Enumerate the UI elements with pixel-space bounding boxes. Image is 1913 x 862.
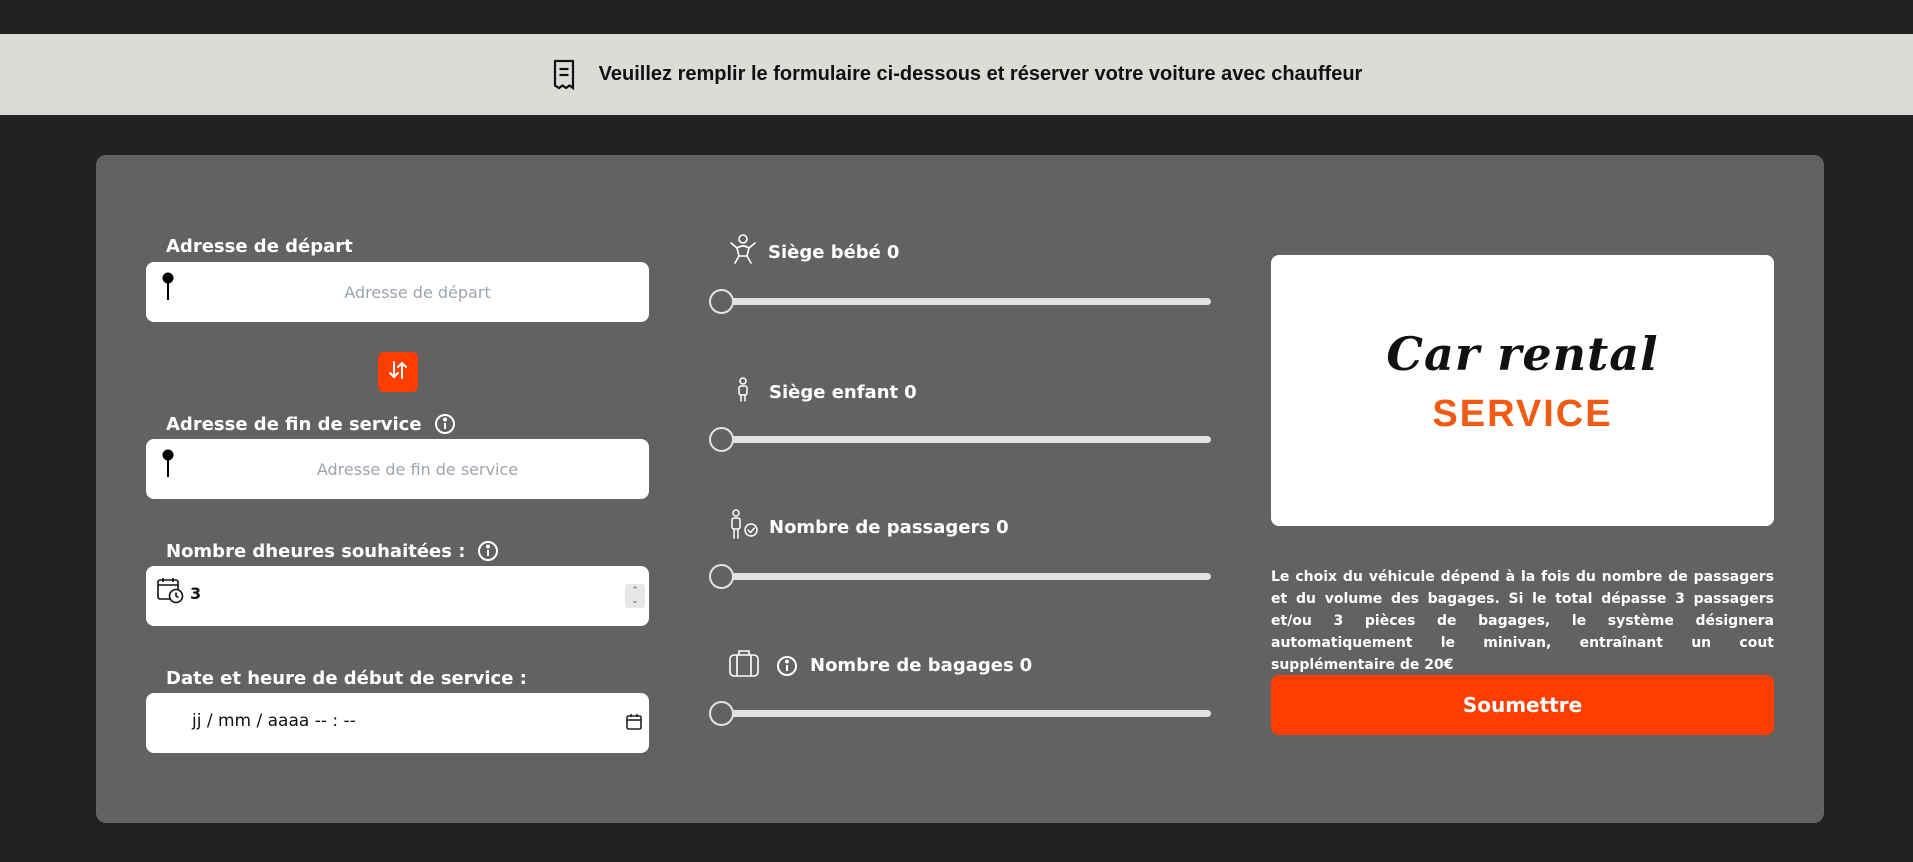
info-icon[interactable] xyxy=(434,413,456,435)
child-icon xyxy=(735,377,751,408)
luggage-icon xyxy=(728,648,760,683)
calendar-icon[interactable] xyxy=(625,713,643,731)
departure-label: Adresse de départ xyxy=(166,236,353,257)
slider-track[interactable] xyxy=(717,436,1211,443)
baby-seat-label: Siège bébé 0 xyxy=(728,233,899,272)
info-icon[interactable] xyxy=(477,540,499,562)
passengers-slider[interactable] xyxy=(709,564,1211,589)
baby-seat-count: 0 xyxy=(886,242,900,263)
passenger-icon xyxy=(729,509,759,546)
chevron-down-icon[interactable]: ⌄ xyxy=(631,596,639,606)
hours-input[interactable]: 3 ⌃ ⌄ xyxy=(146,566,649,626)
hours-label: Nombre dheures souhaitées : xyxy=(166,540,499,562)
baby-seat-text: Siège bébé xyxy=(768,242,881,263)
number-spinner[interactable]: ⌃ ⌄ xyxy=(625,584,645,608)
luggage-text: Nombre de bagages xyxy=(810,655,1014,676)
passengers-label: Nombre de passagers 0 xyxy=(729,509,1009,546)
start-datetime-label: Date et heure de début de service : xyxy=(166,668,527,689)
slider-track[interactable] xyxy=(717,298,1211,305)
vehicle-notice: Le choix du véhicule dépend à la fois du… xyxy=(1271,569,1774,673)
child-seat-label: Siège enfant 0 xyxy=(735,377,917,408)
luggage-label: Nombre de bagages 0 xyxy=(728,648,1032,683)
departure-input[interactable]: Adresse de départ xyxy=(146,262,649,322)
logo-title: Car rental xyxy=(1386,327,1659,381)
end-address-input[interactable]: Adresse de fin de service xyxy=(146,439,649,499)
calendar-clock-icon xyxy=(156,576,184,604)
datetime-placeholder: jj / mm / aaaa -- : -- xyxy=(192,711,356,731)
baby-seat-slider[interactable] xyxy=(709,289,1211,314)
slider-thumb[interactable] xyxy=(709,701,734,726)
luggage-slider[interactable] xyxy=(709,701,1211,726)
receipt-icon xyxy=(551,58,577,92)
hours-value: 3 xyxy=(190,584,202,603)
end-address-placeholder: Adresse de fin de service xyxy=(316,459,519,479)
chevron-up-icon[interactable]: ⌃ xyxy=(631,586,639,596)
child-seat-slider[interactable] xyxy=(709,427,1211,452)
slider-thumb[interactable] xyxy=(709,427,734,452)
passengers-text: Nombre de passagers xyxy=(769,517,991,538)
luggage-count: 0 xyxy=(1019,655,1033,676)
child-seat-count: 0 xyxy=(904,382,917,403)
child-seat-text: Siège enfant xyxy=(769,382,899,403)
banner-text: Veuillez remplir le formulaire ci-dessou… xyxy=(598,63,1363,85)
submit-button[interactable]: Soumettre xyxy=(1271,675,1774,735)
departure-placeholder: Adresse de départ xyxy=(344,282,491,302)
baby-icon xyxy=(728,233,758,272)
slider-thumb[interactable] xyxy=(709,564,734,589)
slider-thumb[interactable] xyxy=(709,289,734,314)
swap-arrows-icon xyxy=(387,359,409,385)
start-datetime-input[interactable]: jj / mm / aaaa -- : -- xyxy=(146,693,649,753)
info-icon[interactable] xyxy=(776,655,798,677)
swap-addresses-button[interactable] xyxy=(378,352,418,392)
end-address-label: Adresse de fin de service xyxy=(166,413,456,435)
slider-track[interactable] xyxy=(717,710,1211,717)
logo-card: Car rental SERVICE xyxy=(1271,255,1774,526)
info-banner: Veuillez remplir le formulaire ci-dessou… xyxy=(0,34,1913,115)
passengers-count: 0 xyxy=(996,517,1009,538)
slider-track[interactable] xyxy=(717,573,1211,580)
logo-subtitle: SERVICE xyxy=(1432,393,1613,435)
